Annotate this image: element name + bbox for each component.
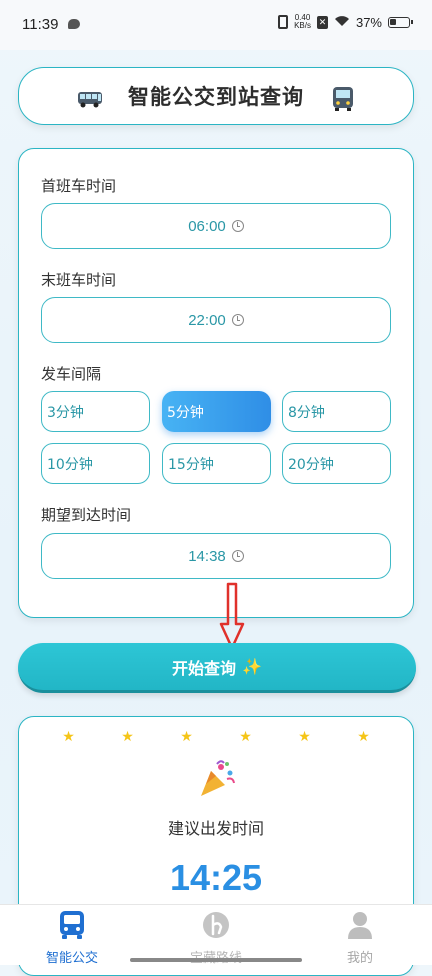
- tab-mine[interactable]: 我的: [300, 909, 420, 966]
- status-icons: 0.40 KB/s ✕ 37%: [278, 14, 413, 30]
- interval-option-10[interactable]: 10分钟: [41, 443, 150, 484]
- bus-icon: [60, 911, 84, 939]
- last-bus-time-field[interactable]: 22:00: [41, 297, 391, 343]
- wifi-icon: [334, 14, 350, 30]
- network-speed-unit: KB/s: [294, 21, 311, 30]
- bottom-tab-bar: 智能公交 宝藏路线 我的: [0, 904, 432, 966]
- home-indicator[interactable]: [130, 958, 302, 962]
- first-bus-time-field[interactable]: 06:00: [41, 203, 391, 249]
- person-icon: [348, 912, 372, 939]
- notification-x-icon: ✕: [316, 15, 328, 29]
- clock-icon: [231, 550, 244, 562]
- last-bus-label: 末班车时间: [41, 271, 117, 289]
- sparkle-icon: ✨: [242, 657, 262, 676]
- clock-icon: [231, 220, 244, 232]
- star-icon: ★: [357, 729, 370, 745]
- tab-mine-label: 我的: [346, 951, 373, 966]
- arrival-time-field[interactable]: 14:38: [41, 533, 391, 579]
- interval-option-5-selected[interactable]: 5分钟: [162, 391, 271, 432]
- tab-treasure-routes-label: 宝藏路线: [156, 947, 276, 966]
- bus-front-icon: [331, 86, 355, 116]
- result-label: 建议出发时间: [167, 819, 264, 838]
- start-query-label: 开始查询: [172, 658, 237, 678]
- last-bus-time-value: 22:00: [188, 311, 226, 329]
- star-icon: ★: [121, 729, 134, 745]
- clock-icon: [231, 314, 244, 326]
- first-bus-time-value: 06:00: [188, 217, 226, 235]
- first-bus-label: 首班车时间: [41, 177, 117, 195]
- star-icon: ★: [239, 729, 252, 745]
- status-time: 11:39: [22, 16, 59, 33]
- title-card: 智能公交到站查询: [18, 67, 414, 125]
- tab-smart-bus-label: 智能公交: [45, 951, 98, 966]
- arrival-time-value: 14:38: [188, 547, 226, 565]
- battery-level: 37%: [355, 14, 382, 30]
- star-icon: ★: [62, 729, 75, 745]
- vibrate-icon: [278, 15, 289, 29]
- suggested-departure-time: 14:25: [169, 857, 263, 898]
- start-query-button[interactable]: 开始查询 ✨: [18, 643, 416, 693]
- status-bar: 11:39 0.40 KB/s ✕ 37%: [0, 0, 432, 50]
- interval-option-15[interactable]: 15分钟: [162, 443, 271, 484]
- route-icon: [203, 912, 229, 938]
- star-icon: ★: [180, 729, 193, 745]
- interval-option-20[interactable]: 20分钟: [282, 443, 391, 484]
- party-popper-icon: [201, 760, 235, 796]
- tab-smart-bus[interactable]: 智能公交: [12, 909, 132, 966]
- arrival-label: 期望到达时间: [41, 506, 132, 524]
- page-title: 智能公交到站查询: [128, 85, 304, 109]
- wechat-notification-icon: [68, 19, 80, 29]
- interval-option-8[interactable]: 8分钟: [282, 391, 391, 432]
- star-decoration: ★ ★ ★ ★ ★ ★: [19, 729, 413, 745]
- battery-icon: [388, 16, 413, 28]
- red-down-arrow-icon: [219, 582, 245, 650]
- bus-side-icon: [77, 90, 103, 112]
- interval-label: 发车间隔: [41, 365, 102, 383]
- star-icon: ★: [298, 729, 311, 745]
- interval-option-3[interactable]: 3分钟: [41, 391, 150, 432]
- network-speed: 0.40 KB/s: [294, 14, 311, 30]
- schedule-form: 首班车时间 06:00 末班车时间 22:00 发车间隔 3分钟 5分钟 8分钟…: [18, 148, 414, 618]
